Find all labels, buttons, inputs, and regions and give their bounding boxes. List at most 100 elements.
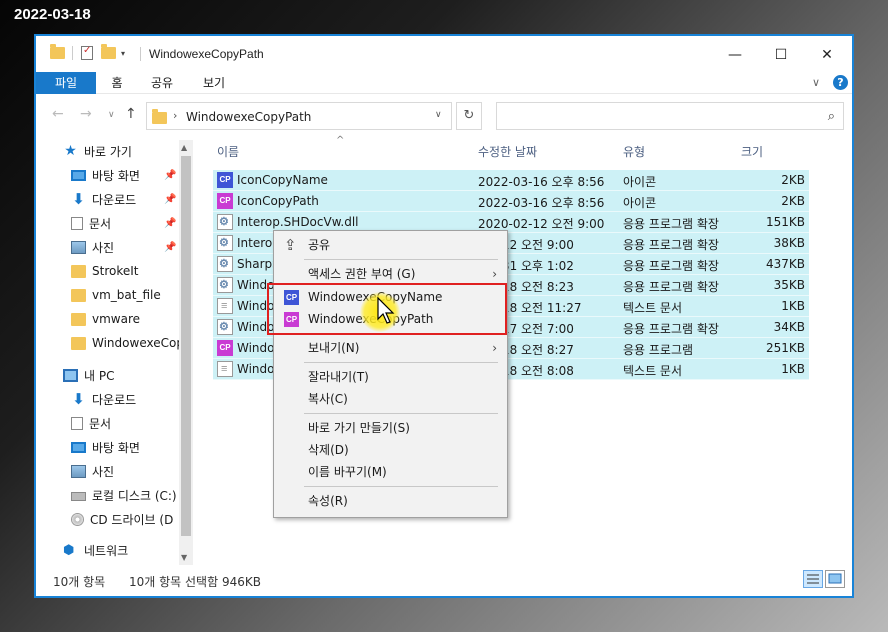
breadcrumb-chevron-icon[interactable]: ›: [173, 109, 177, 122]
file-size: 2KB: [781, 194, 805, 208]
sidebar-item[interactable]: vmware: [36, 308, 181, 330]
share-icon: ⇪: [284, 236, 297, 254]
sidebar-item[interactable]: 바탕 화면: [36, 436, 181, 458]
context-menu-give-access[interactable]: 액세스 권한 부여 (G) ›: [274, 263, 507, 285]
recent-locations-chevron-icon[interactable]: ∨: [108, 110, 115, 120]
sidebar-item[interactable]: 사진: [36, 460, 181, 482]
context-menu-send-to[interactable]: 보내기(N) ›: [274, 337, 507, 359]
ribbon-tabs: 파일 홈 공유 보기 ∨ ?: [36, 72, 852, 94]
network-icon: ⬢: [63, 542, 75, 558]
help-icon[interactable]: ?: [833, 75, 848, 90]
context-menu-properties[interactable]: 속성(R): [274, 490, 507, 512]
file-row[interactable]: CP IconCopyName 2022-03-16 오후 8:56 아이콘 2KB: [213, 170, 809, 191]
column-header-date[interactable]: 수정한 날짜: [478, 143, 537, 160]
sidebar-item[interactable]: 문서: [36, 412, 181, 434]
sidebar-item[interactable]: CD 드라이브 (D: [36, 508, 181, 530]
sidebar-item[interactable]: 내 PC: [36, 364, 181, 386]
large-icons-view-button[interactable]: [825, 570, 845, 588]
sidebar-item[interactable]: ⬇ 다운로드 📌: [36, 188, 181, 210]
column-header-type[interactable]: 유형: [623, 143, 645, 160]
pin-icon[interactable]: 📌: [164, 194, 176, 205]
title-bar: ▾ WindowexeCopyPath — ☐ ✕: [36, 36, 852, 74]
file-name: Windo: [237, 341, 275, 355]
desktop-icon: [71, 441, 86, 453]
file-row[interactable]: CP IconCopyPath 2022-03-16 오후 8:56 아이콘 2KB: [213, 191, 809, 212]
close-button[interactable]: ✕: [804, 36, 850, 74]
sidebar-item[interactable]: 사진 📌: [36, 236, 181, 258]
minimize-button[interactable]: —: [712, 36, 758, 74]
pin-icon[interactable]: 📌: [164, 170, 176, 181]
search-input[interactable]: ⌕: [496, 102, 844, 130]
context-menu: ⇪ 공유 액세스 권한 부여 (G) › CP WindowexeCopyNam…: [273, 230, 508, 518]
context-menu-rename[interactable]: 이름 바꾸기(M): [274, 461, 507, 483]
window-title: WindowexeCopyPath: [149, 47, 264, 61]
desktop-icon: [71, 169, 86, 181]
sidebar-item[interactable]: WindowexeCopy: [36, 332, 191, 354]
ribbon-expand-chevron-icon[interactable]: ∨: [806, 72, 826, 94]
context-menu-delete[interactable]: 삭제(D): [274, 439, 507, 461]
pc-icon: [63, 368, 78, 382]
navigation-scrollbar[interactable]: ▲ ▼: [179, 140, 193, 565]
cp-app-icon: CP: [217, 340, 233, 356]
file-date: 2022-03-16 오후 8:56: [478, 175, 605, 189]
folder-icon[interactable]: [50, 44, 65, 59]
menu-separator: [304, 362, 498, 363]
up-arrow-icon[interactable]: ↑: [125, 106, 137, 122]
sidebar-item-label: 내 PC: [84, 368, 115, 383]
back-arrow-icon[interactable]: ←: [52, 106, 64, 122]
sidebar-item-label: 네트워크: [84, 543, 129, 558]
menu-separator: [304, 486, 498, 487]
context-menu-copy[interactable]: 복사(C): [274, 388, 507, 410]
download-icon: ⬇: [72, 189, 85, 208]
pin-icon[interactable]: 📌: [164, 242, 176, 253]
sidebar-item[interactable]: vm_bat_file: [36, 284, 181, 306]
breadcrumb-current-folder[interactable]: WindowexeCopyPath: [186, 110, 311, 124]
refresh-button[interactable]: ↻: [456, 102, 482, 130]
text-file-icon: [217, 361, 233, 377]
tab-file[interactable]: 파일: [36, 72, 96, 94]
context-menu-share[interactable]: ⇪ 공유: [274, 234, 507, 256]
menu-item-label: 잘라내기(T): [308, 370, 369, 384]
sidebar-item[interactable]: 바탕 화면 📌: [36, 164, 181, 186]
pin-icon[interactable]: 📌: [164, 218, 176, 229]
tab-home[interactable]: 홈: [102, 72, 132, 94]
folder-icon: [71, 336, 86, 350]
menu-item-label: 삭제(D): [308, 443, 349, 457]
tab-share[interactable]: 공유: [144, 72, 180, 94]
scroll-down-chevron-icon[interactable]: ▼: [181, 553, 187, 562]
column-header-name[interactable]: 이름: [217, 143, 239, 160]
dll-file-icon: [217, 277, 233, 293]
menu-item-label: 속성(R): [308, 494, 348, 508]
file-size: 34KB: [773, 320, 805, 334]
file-name: Interop.SHDocVw.dll: [237, 215, 359, 229]
sidebar-item[interactable]: 문서 📌: [36, 212, 181, 234]
sidebar-item[interactable]: ⬢ 네트워크: [36, 539, 181, 561]
file-type: 텍스트 문서: [623, 364, 683, 378]
forward-arrow-icon[interactable]: →: [80, 106, 92, 122]
tab-view[interactable]: 보기: [196, 72, 232, 94]
sidebar-item[interactable]: ⬇ 다운로드: [36, 388, 181, 410]
file-type: 응용 프로그램 확장: [623, 238, 719, 252]
menu-separator: [304, 413, 498, 414]
menu-item-label: 보내기(N): [308, 341, 360, 355]
menu-item-label: 바로 가기 만들기(S): [308, 421, 410, 435]
address-dropdown-chevron-icon[interactable]: ∨: [435, 110, 442, 120]
dll-file-icon: [217, 235, 233, 251]
customize-toolbar-chevron-icon[interactable]: ▾: [121, 49, 125, 58]
maximize-button[interactable]: ☐: [758, 36, 804, 74]
context-menu-cut[interactable]: 잘라내기(T): [274, 366, 507, 388]
address-bar[interactable]: › WindowexeCopyPath ∨: [146, 102, 452, 130]
scroll-up-chevron-icon[interactable]: ▲: [181, 143, 187, 152]
sidebar-item[interactable]: StrokeIt: [36, 260, 181, 282]
new-folder-icon[interactable]: [101, 44, 116, 59]
file-type: 아이콘: [623, 175, 657, 189]
column-header-size[interactable]: 크기: [741, 143, 763, 160]
scrollbar-thumb[interactable]: [181, 156, 191, 536]
context-menu-create-shortcut[interactable]: 바로 가기 만들기(S): [274, 417, 507, 439]
details-view-button[interactable]: [803, 570, 823, 588]
sidebar-item[interactable]: 로컬 디스크 (C:): [36, 484, 181, 506]
properties-icon[interactable]: [81, 45, 93, 60]
file-size: 1KB: [781, 362, 805, 376]
document-icon: [71, 216, 83, 230]
sidebar-item[interactable]: ★ 바로 가기: [36, 140, 181, 162]
